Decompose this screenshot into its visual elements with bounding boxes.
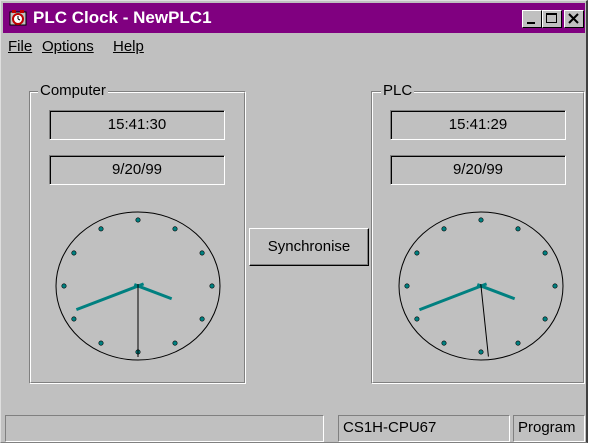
computer-hour-marker bbox=[209, 283, 215, 289]
computer-group-label: Computer bbox=[38, 82, 108, 99]
plc-clock-window: PLC Clock - NewPLC1 File Options Help Co… bbox=[0, 0, 588, 443]
plc-hour-marker bbox=[542, 316, 548, 322]
plc-hour-marker bbox=[515, 226, 521, 232]
computer-hour-marker bbox=[199, 316, 205, 322]
computer-hour-marker bbox=[172, 226, 178, 232]
computer-minute-hand bbox=[75, 282, 145, 312]
computer-time-value: 15:41:30 bbox=[107, 116, 167, 133]
computer-hour-marker bbox=[172, 340, 178, 346]
maximize-icon bbox=[546, 13, 557, 23]
menu-help-mnemonic: Help bbox=[113, 38, 144, 55]
plc-clock-app-icon[interactable] bbox=[9, 9, 27, 27]
plc-hour-marker bbox=[478, 349, 484, 355]
plc-hour-marker bbox=[414, 250, 420, 256]
plc-group-label: PLC bbox=[381, 82, 415, 99]
computer-hour-marker bbox=[98, 340, 104, 346]
computer-hour-marker bbox=[71, 316, 77, 322]
close-button[interactable] bbox=[564, 10, 584, 28]
plc-second-hand bbox=[480, 283, 489, 357]
plc-minute-hand bbox=[418, 282, 488, 312]
status-mode: Program bbox=[513, 415, 585, 442]
menu-file-mnemonic: File bbox=[8, 38, 33, 55]
status-pane-main bbox=[5, 415, 324, 442]
menu-options-mnemonic: Options bbox=[42, 38, 94, 55]
plc-hour-marker bbox=[478, 217, 484, 223]
computer-hour-marker bbox=[199, 250, 205, 256]
computer-date-field: 9/20/99 bbox=[49, 155, 225, 185]
status-cpu: CS1H-CPU67 bbox=[338, 415, 510, 442]
plc-date-field: 9/20/99 bbox=[390, 155, 566, 185]
title-bar[interactable]: PLC Clock - NewPLC1 bbox=[3, 3, 585, 33]
menu-file[interactable]: File bbox=[8, 38, 32, 56]
plc-hour-marker bbox=[414, 316, 420, 322]
plc-hour-marker bbox=[441, 340, 447, 346]
plc-hour-marker bbox=[552, 283, 558, 289]
plc-analog-clock bbox=[398, 211, 564, 361]
computer-hour-marker bbox=[98, 226, 104, 232]
menu-bar: File Options Help bbox=[3, 34, 585, 60]
menu-help[interactable]: Help bbox=[113, 38, 144, 56]
computer-analog-clock bbox=[55, 211, 221, 361]
minimize-button[interactable] bbox=[522, 10, 542, 28]
computer-time-field: 15:41:30 bbox=[49, 110, 225, 140]
close-icon bbox=[568, 13, 579, 24]
computer-hour-marker bbox=[61, 283, 67, 289]
plc-hour-marker bbox=[515, 340, 521, 346]
menu-options[interactable]: Options bbox=[42, 38, 94, 56]
plc-time-field: 15:41:29 bbox=[390, 110, 566, 140]
computer-date-value: 9/20/99 bbox=[111, 161, 163, 178]
minimize-icon bbox=[527, 22, 535, 24]
synchronise-button[interactable]: Synchronise bbox=[249, 228, 369, 266]
plc-hour-marker bbox=[404, 283, 410, 289]
background-strip bbox=[588, 0, 601, 443]
window-title: PLC Clock - NewPLC1 bbox=[33, 8, 212, 27]
computer-hour-marker bbox=[71, 250, 77, 256]
maximize-button[interactable] bbox=[542, 10, 562, 28]
status-bar: CS1H-CPU67 Program bbox=[3, 412, 585, 442]
plc-hour-marker bbox=[441, 226, 447, 232]
plc-time-value: 15:41:29 bbox=[448, 116, 508, 133]
plc-hour-marker bbox=[542, 250, 548, 256]
plc-date-value: 9/20/99 bbox=[452, 161, 504, 178]
computer-hour-marker bbox=[135, 217, 141, 223]
